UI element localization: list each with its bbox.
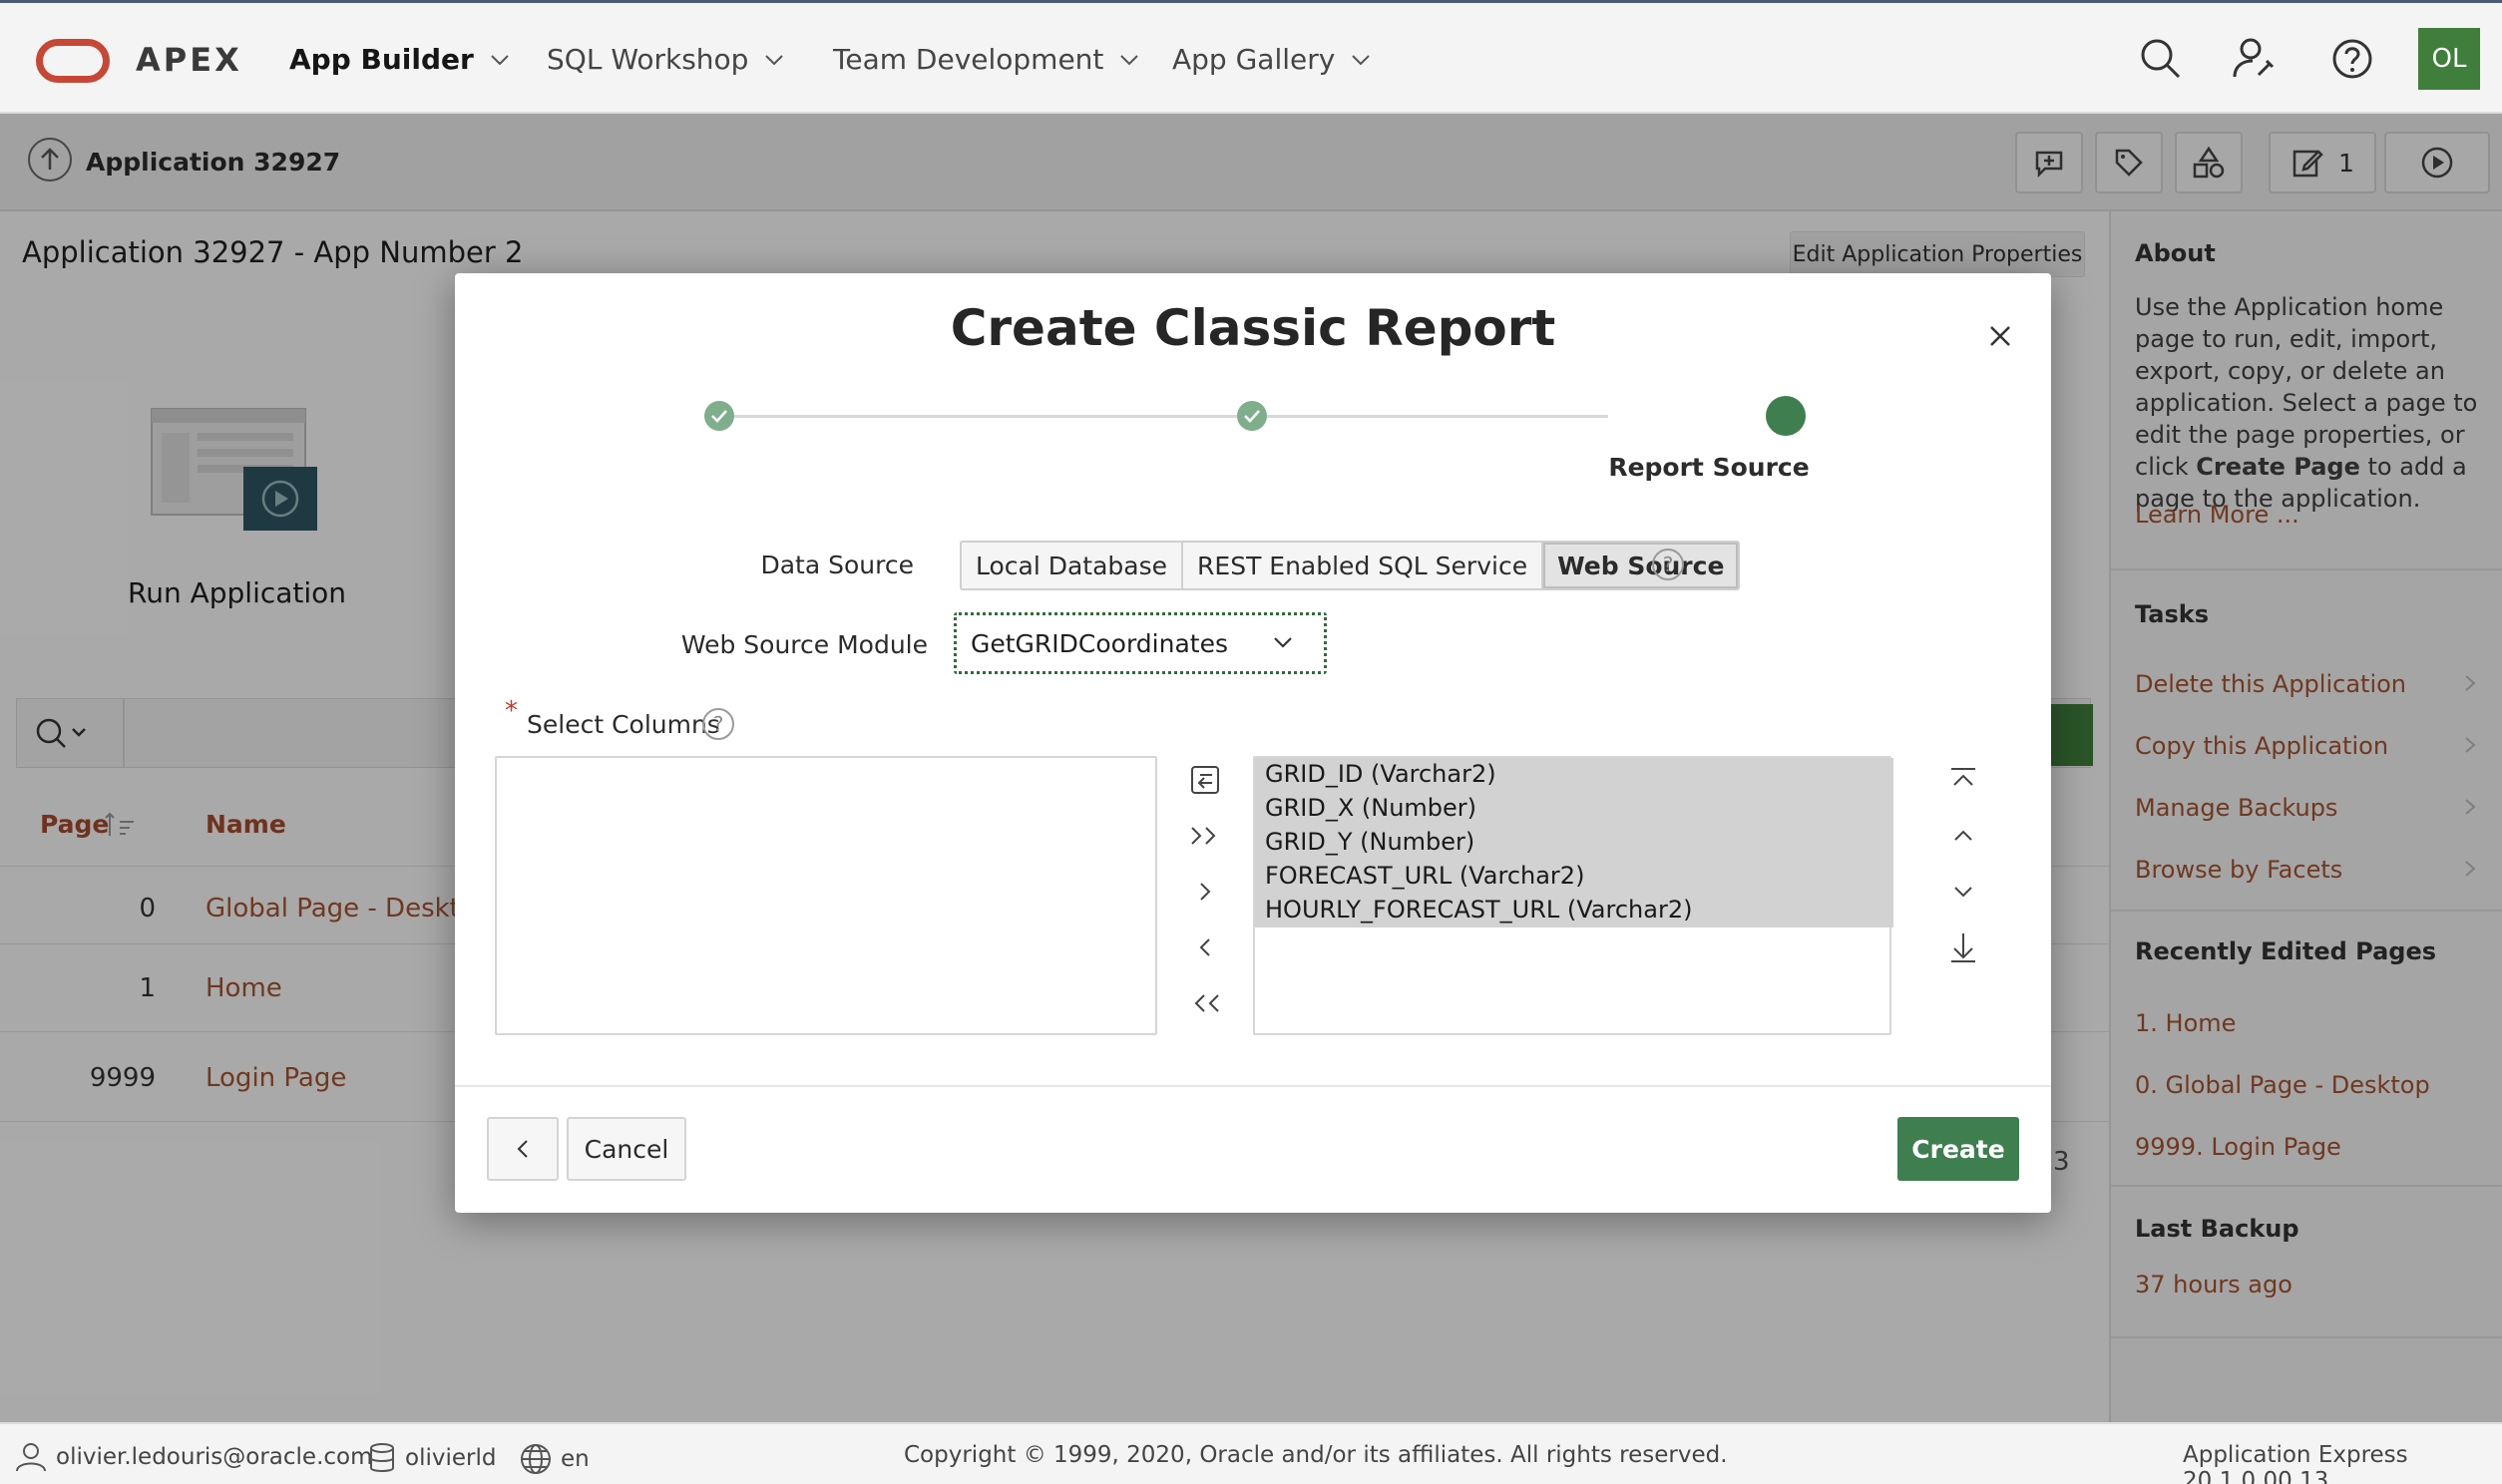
move-left-button[interactable] [1185, 928, 1225, 967]
checkmark-icon [711, 410, 727, 423]
list-item[interactable]: GRID_X (Number) [1265, 794, 1476, 822]
help-icon[interactable]: ? [702, 708, 734, 740]
data-source-rest-enabled-sql[interactable]: REST Enabled SQL Service [1183, 543, 1544, 588]
footer-language-code: en [561, 1446, 590, 1472]
chevron-down-icon [1954, 887, 1972, 898]
wizard-current-step-label: Report Source [1608, 453, 1810, 482]
footer-workspace-name: olivierld [405, 1445, 497, 1471]
required-indicator: * [505, 696, 518, 726]
footer-copyright: Copyright © 1999, 2020, Oracle and/or it… [904, 1442, 1728, 1468]
move-down-button[interactable] [1943, 872, 1983, 912]
move-all-right-button[interactable] [1185, 816, 1225, 856]
chevron-left-icon [1199, 938, 1210, 956]
web-source-module-value: GetGRIDCoordinates [971, 628, 1228, 658]
reset-columns-button[interactable] [1185, 760, 1225, 800]
move-bottom-icon [1951, 933, 1975, 962]
nav-sql-workshop-label: SQL Workshop [547, 43, 749, 76]
top-navigation-bar: APEX App Builder SQL Workshop Team Devel… [0, 0, 2502, 114]
oracle-logo-icon[interactable] [36, 39, 110, 83]
move-right-button[interactable] [1185, 872, 1225, 912]
list-item[interactable]: FORECAST_URL (Varchar2) [1265, 862, 1584, 890]
select-columns-label: Select Columns [527, 710, 720, 739]
data-source-web-source[interactable]: Web Source [1543, 543, 1739, 588]
web-source-module-label: Web Source Module [680, 630, 928, 659]
help-icon[interactable]: ? [1652, 549, 1684, 580]
data-source-radio-group: Local Database REST Enabled SQL Service … [960, 541, 1741, 590]
wizard-step-complete [704, 401, 734, 431]
move-up-button[interactable] [1943, 816, 1983, 856]
nav-app-builder[interactable]: App Builder [289, 43, 510, 76]
search-icon[interactable] [2135, 33, 2187, 85]
wizard-step-current [1766, 396, 1806, 436]
admin-user-icon[interactable] [2229, 33, 2281, 85]
footer-user-email: olivier.ledouris@oracle.com [56, 1444, 373, 1470]
data-source-label: Data Source [760, 551, 914, 579]
chevron-down-icon [1274, 637, 1292, 648]
chevron-up-icon [1954, 830, 1972, 841]
footer-language[interactable]: en [519, 1442, 590, 1476]
previous-button[interactable] [487, 1117, 559, 1181]
nav-app-gallery[interactable]: App Gallery [1172, 43, 1371, 76]
wizard-track [720, 415, 1608, 418]
available-columns-list[interactable] [495, 756, 1157, 1035]
nav-app-gallery-label: App Gallery [1172, 43, 1336, 76]
footer-user[interactable]: olivier.ledouris@oracle.com [14, 1442, 373, 1472]
list-item[interactable]: HOURLY_FORECAST_URL (Varchar2) [1265, 896, 1692, 924]
wizard-step-complete [1237, 401, 1267, 431]
close-icon[interactable] [1979, 315, 2021, 357]
list-item[interactable]: GRID_ID (Varchar2) [1265, 760, 1496, 788]
apex-brand[interactable]: APEX [136, 41, 242, 79]
dialog-title: Create Classic Report [950, 299, 1556, 357]
chevron-left-icon [517, 1140, 528, 1158]
database-icon [370, 1443, 394, 1472]
double-chevron-left-icon [1194, 994, 1219, 1012]
chevron-right-icon [1200, 883, 1211, 901]
double-chevron-right-icon [1191, 827, 1216, 845]
checkmark-icon [1244, 410, 1260, 423]
chevron-down-icon [491, 54, 509, 65]
chevron-down-icon [1352, 54, 1371, 65]
dialog-footer-divider [455, 1085, 2051, 1087]
create-button[interactable]: Create [1897, 1117, 2019, 1181]
move-top-icon [1951, 768, 1975, 786]
chevron-down-icon [765, 54, 784, 65]
move-top-button[interactable] [1943, 760, 1983, 800]
page-footer: olivier.ledouris@oracle.com olivierld en… [0, 1422, 2502, 1484]
web-source-module-select[interactable]: GetGRIDCoordinates [954, 612, 1327, 674]
data-source-local-database[interactable]: Local Database [962, 543, 1184, 588]
user-avatar[interactable]: OL [2418, 28, 2480, 90]
nav-sql-workshop[interactable]: SQL Workshop [547, 43, 784, 76]
move-all-left-button[interactable] [1185, 983, 1225, 1023]
help-icon[interactable] [2326, 33, 2378, 85]
footer-workspace[interactable]: olivierld [367, 1442, 496, 1474]
nav-app-builder-label: App Builder [289, 43, 474, 76]
list-item[interactable]: GRID_Y (Number) [1265, 828, 1474, 856]
move-bottom-button[interactable] [1943, 928, 1983, 967]
user-icon [16, 1443, 46, 1472]
globe-icon [521, 1444, 551, 1474]
chevron-down-icon [1120, 54, 1139, 65]
footer-version: Application Express 20.1.0.00.13 [2183, 1442, 2408, 1484]
cancel-button[interactable]: Cancel [567, 1117, 686, 1181]
nav-team-development[interactable]: Team Development [833, 43, 1139, 76]
create-classic-report-dialog: Create Classic Report Report Source Data… [455, 273, 2051, 1213]
undo-icon [1191, 766, 1219, 794]
nav-team-development-label: Team Development [833, 43, 1104, 76]
